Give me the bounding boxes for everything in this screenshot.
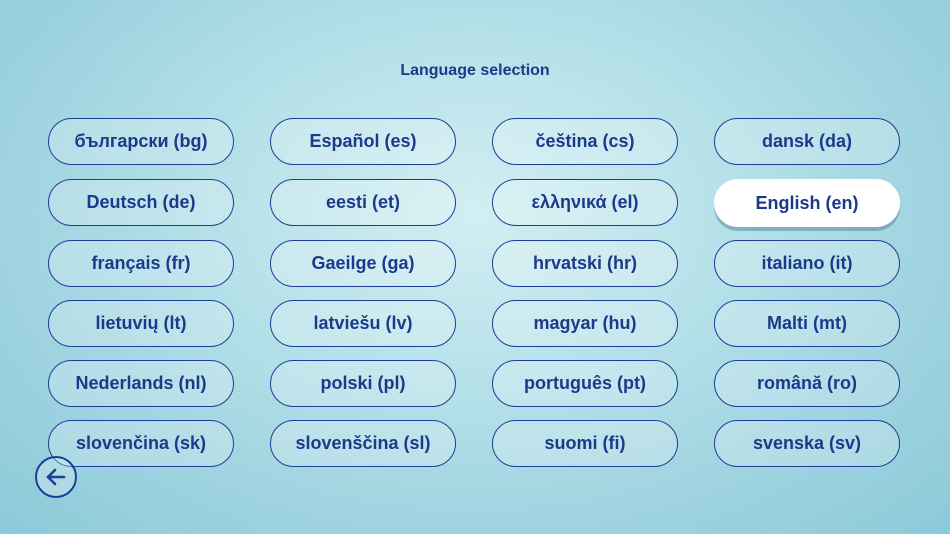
language-button-de[interactable]: Deutsch (de): [48, 179, 234, 226]
language-button-sl[interactable]: slovenščina (sl): [270, 420, 456, 467]
language-button-pl[interactable]: polski (pl): [270, 360, 456, 407]
language-button-nl[interactable]: Nederlands (nl): [48, 360, 234, 407]
language-button-et[interactable]: eesti (et): [270, 179, 456, 226]
language-button-cs[interactable]: čeština (cs): [492, 118, 678, 165]
language-button-ro[interactable]: română (ro): [714, 360, 900, 407]
language-button-el[interactable]: ελληνικά (el): [492, 179, 678, 226]
language-grid: български (bg) Español (es) čeština (cs)…: [48, 118, 902, 470]
language-button-sv[interactable]: svenska (sv): [714, 420, 900, 467]
back-button[interactable]: [35, 456, 77, 498]
language-button-hu[interactable]: magyar (hu): [492, 300, 678, 347]
language-button-fi[interactable]: suomi (fi): [492, 420, 678, 467]
arrow-left-icon: [46, 468, 66, 486]
language-button-ga[interactable]: Gaeilge (ga): [270, 240, 456, 287]
language-button-es[interactable]: Español (es): [270, 118, 456, 165]
language-button-fr[interactable]: français (fr): [48, 240, 234, 287]
language-button-bg[interactable]: български (bg): [48, 118, 234, 165]
language-button-sk[interactable]: slovenčina (sk): [48, 420, 234, 467]
language-button-lt[interactable]: lietuvių (lt): [48, 300, 234, 347]
language-button-lv[interactable]: latviešu (lv): [270, 300, 456, 347]
language-button-da[interactable]: dansk (da): [714, 118, 900, 165]
language-button-hr[interactable]: hrvatski (hr): [492, 240, 678, 287]
language-button-mt[interactable]: Malti (mt): [714, 300, 900, 347]
language-button-pt[interactable]: português (pt): [492, 360, 678, 407]
page-title: Language selection: [400, 62, 550, 79]
language-button-en[interactable]: English (en): [714, 179, 900, 227]
language-button-it[interactable]: italiano (it): [714, 240, 900, 287]
